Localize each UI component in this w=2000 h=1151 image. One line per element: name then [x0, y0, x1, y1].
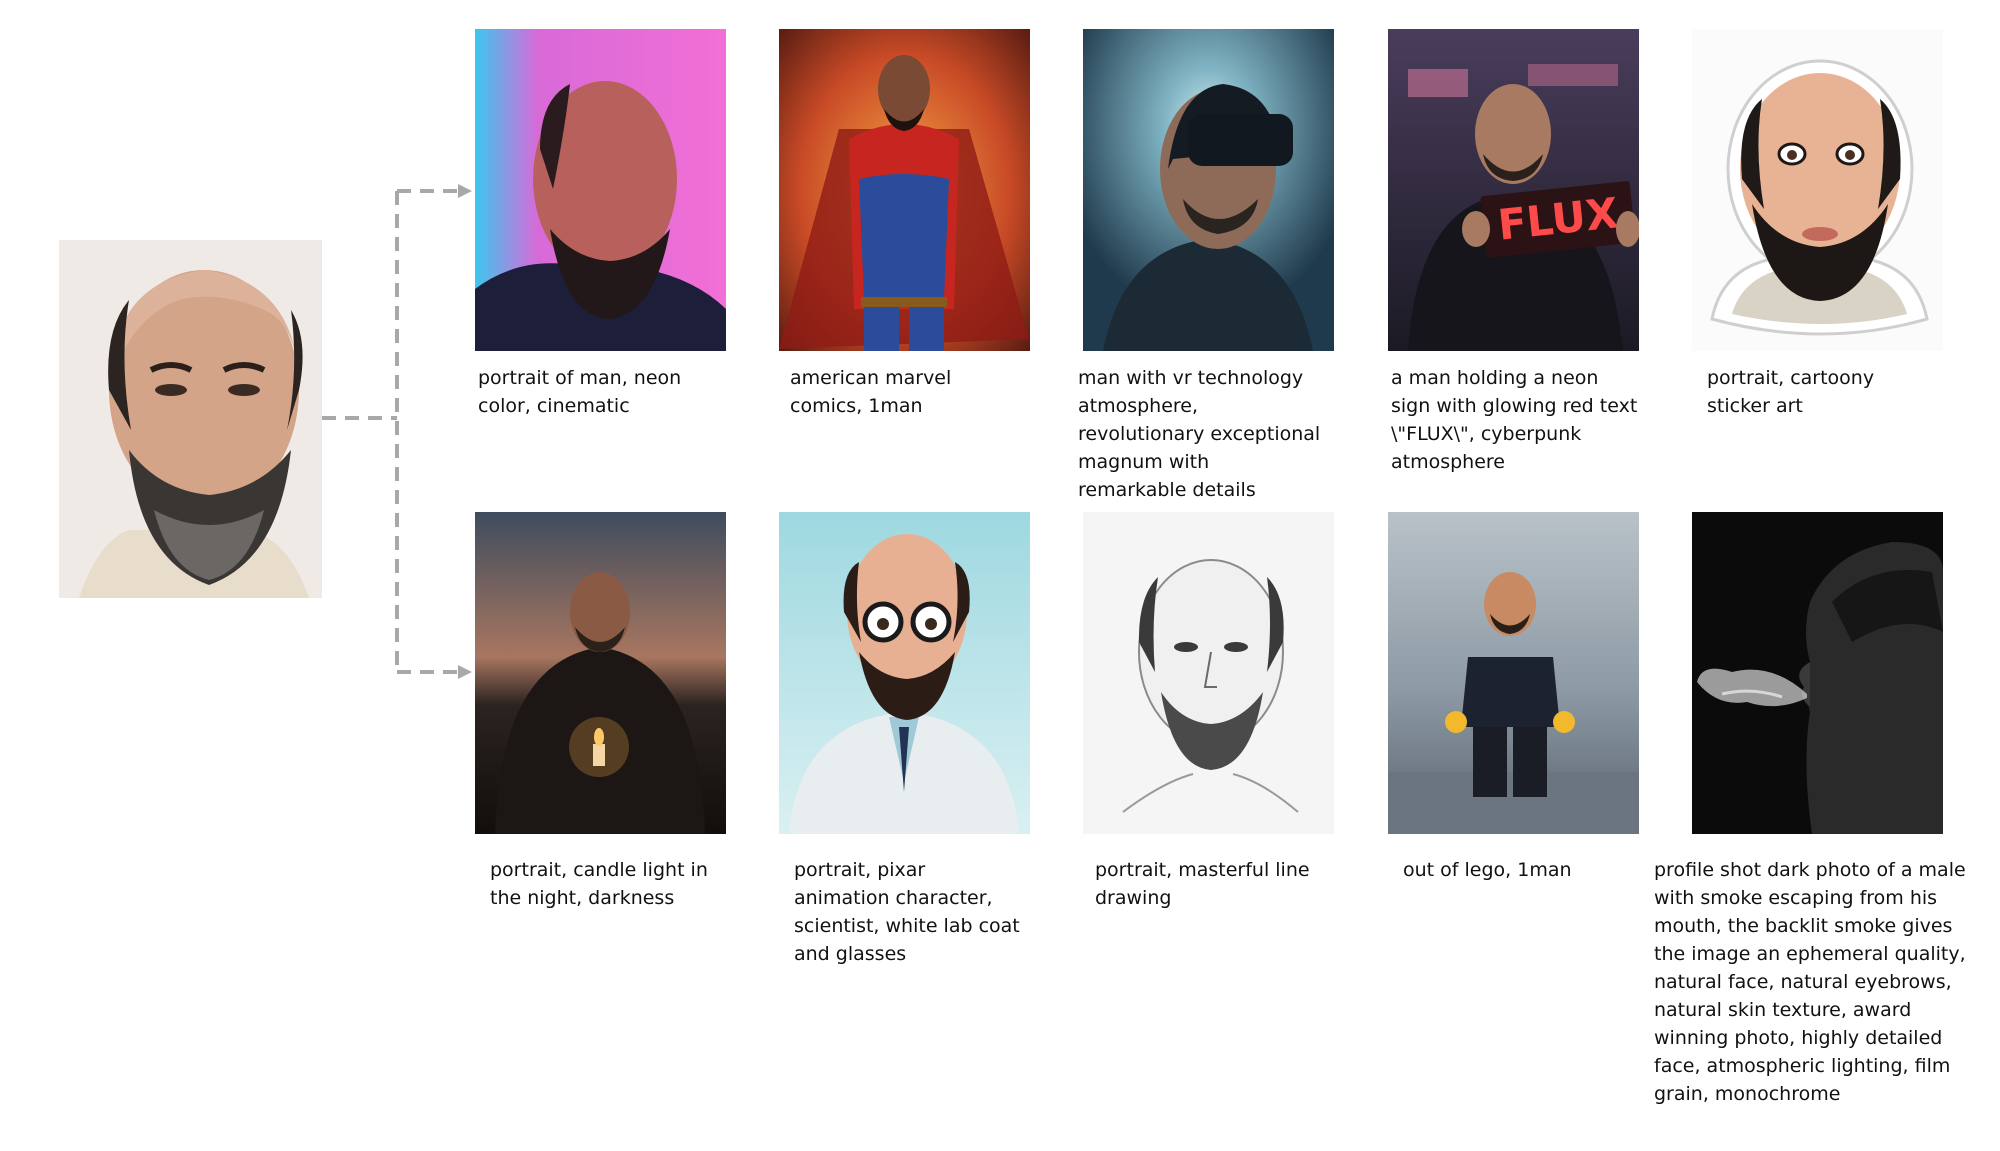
- result-image-line-drawing: [1083, 512, 1334, 834]
- caption-cartoon-sticker: portrait, cartoony sticker art: [1707, 367, 1875, 417]
- result-image-vr-headset: [1083, 29, 1334, 351]
- caption-lego-minifigure: out of lego, 1man: [1403, 859, 1572, 881]
- reference-photo: [59, 240, 322, 598]
- caption-vr-headset: man with vr technology atmosphere, revol…: [1078, 367, 1321, 501]
- result-image-neon-sign: FLUX: [1388, 29, 1639, 351]
- caption-superhero: american marvel comics, 1man: [790, 367, 952, 417]
- arrow-head-bottom: [458, 665, 472, 679]
- result-image-pixar-scientist: [779, 512, 1030, 834]
- caption-smoke-profile: profile shot dark photo of a male with s…: [1654, 859, 1966, 1105]
- result-image-neon-portrait: [475, 29, 726, 351]
- result-image-cartoon-sticker: [1692, 29, 1943, 351]
- result-image-lego-minifigure: [1388, 512, 1639, 834]
- caption-line-drawing: portrait, masterful line drawing: [1095, 859, 1310, 909]
- caption-candle-night: portrait, candle light in the night, dar…: [490, 859, 708, 909]
- caption-neon-sign: a man holding a neon sign with glowing r…: [1391, 367, 1638, 473]
- arrow-head-top: [458, 184, 472, 198]
- result-image-superhero: [779, 29, 1030, 351]
- result-image-candle-night: [475, 512, 726, 834]
- caption-pixar-scientist: portrait, pixar animation character, sci…: [794, 859, 1020, 965]
- result-image-smoke-profile: [1692, 512, 1943, 834]
- caption-neon-portrait: portrait of man, neon color, cinematic: [478, 367, 682, 417]
